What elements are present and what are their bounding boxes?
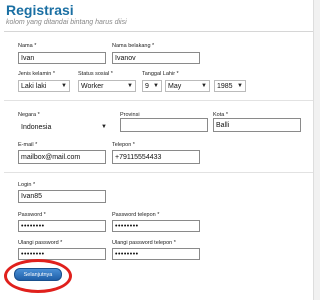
password-repeat-label: Ulangi password * [18, 240, 63, 246]
chevron-down-icon: ▼ [127, 82, 133, 89]
last-name-field[interactable]: Ivanov [112, 52, 200, 64]
first-name-label: Nama * [18, 43, 37, 49]
social-status-value: Worker [81, 82, 104, 90]
phone-field[interactable]: +79115554433 [112, 150, 200, 164]
header-divider [4, 31, 316, 32]
password-label: Password * [18, 212, 46, 218]
gender-select[interactable]: Laki laki ▼ [18, 80, 70, 92]
chevron-down-icon: ▼ [237, 82, 243, 89]
chevron-down-icon: ▼ [201, 82, 207, 89]
gender-label: Jenis kelamin * [18, 71, 55, 77]
chevron-down-icon: ▼ [153, 82, 159, 89]
birth-year-select[interactable]: 1985 ▼ [214, 80, 246, 92]
birth-month-select[interactable]: May ▼ [165, 80, 210, 92]
country-select[interactable]: Indonesia ▼ [18, 121, 110, 133]
birth-year-value: 1985 [217, 82, 233, 90]
phone-password-field[interactable]: •••••••• [112, 220, 200, 232]
country-label: Negara * [18, 112, 40, 118]
social-status-select[interactable]: Worker ▼ [78, 80, 136, 92]
birth-month-value: May [168, 82, 182, 90]
chevron-down-icon: ▼ [61, 82, 67, 89]
province-field[interactable] [120, 118, 208, 132]
phone-password-repeat-field[interactable]: •••••••• [112, 248, 200, 260]
first-name-field[interactable]: Ivan [18, 52, 106, 64]
section-divider [4, 100, 316, 101]
login-field[interactable]: Ivan85 [18, 190, 106, 203]
chevron-down-icon: ▼ [101, 123, 107, 130]
last-name-label: Nama belakang * [112, 43, 155, 49]
page-title: Registrasi [6, 2, 74, 18]
phone-label: Telepon * [112, 142, 135, 148]
city-field[interactable]: Balli [213, 118, 301, 132]
section-divider [4, 172, 316, 173]
email-field[interactable]: mailbox@mail.com [18, 150, 106, 164]
phone-password-repeat-label: Ulangi password telepon * [112, 240, 176, 246]
email-label: E-mail * [18, 142, 38, 148]
social-status-label: Status sosial * [78, 71, 113, 77]
birth-day-select[interactable]: 9 ▼ [142, 80, 162, 92]
next-button[interactable]: Selanjutnya [14, 268, 62, 281]
phone-password-label: Password telepon * [112, 212, 160, 218]
password-field[interactable]: •••••••• [18, 220, 106, 232]
vertical-scrollbar[interactable] [313, 0, 320, 300]
gender-value: Laki laki [21, 82, 47, 90]
birth-date-label: Tanggal Lahir * [142, 71, 179, 77]
password-repeat-field[interactable]: •••••••• [18, 248, 106, 260]
birth-day-value: 9 [145, 82, 149, 90]
login-label: Login * [18, 182, 36, 188]
page-subtitle: kolom yang ditandai bintang harus diisi [6, 19, 127, 26]
country-value: Indonesia [21, 123, 52, 131]
